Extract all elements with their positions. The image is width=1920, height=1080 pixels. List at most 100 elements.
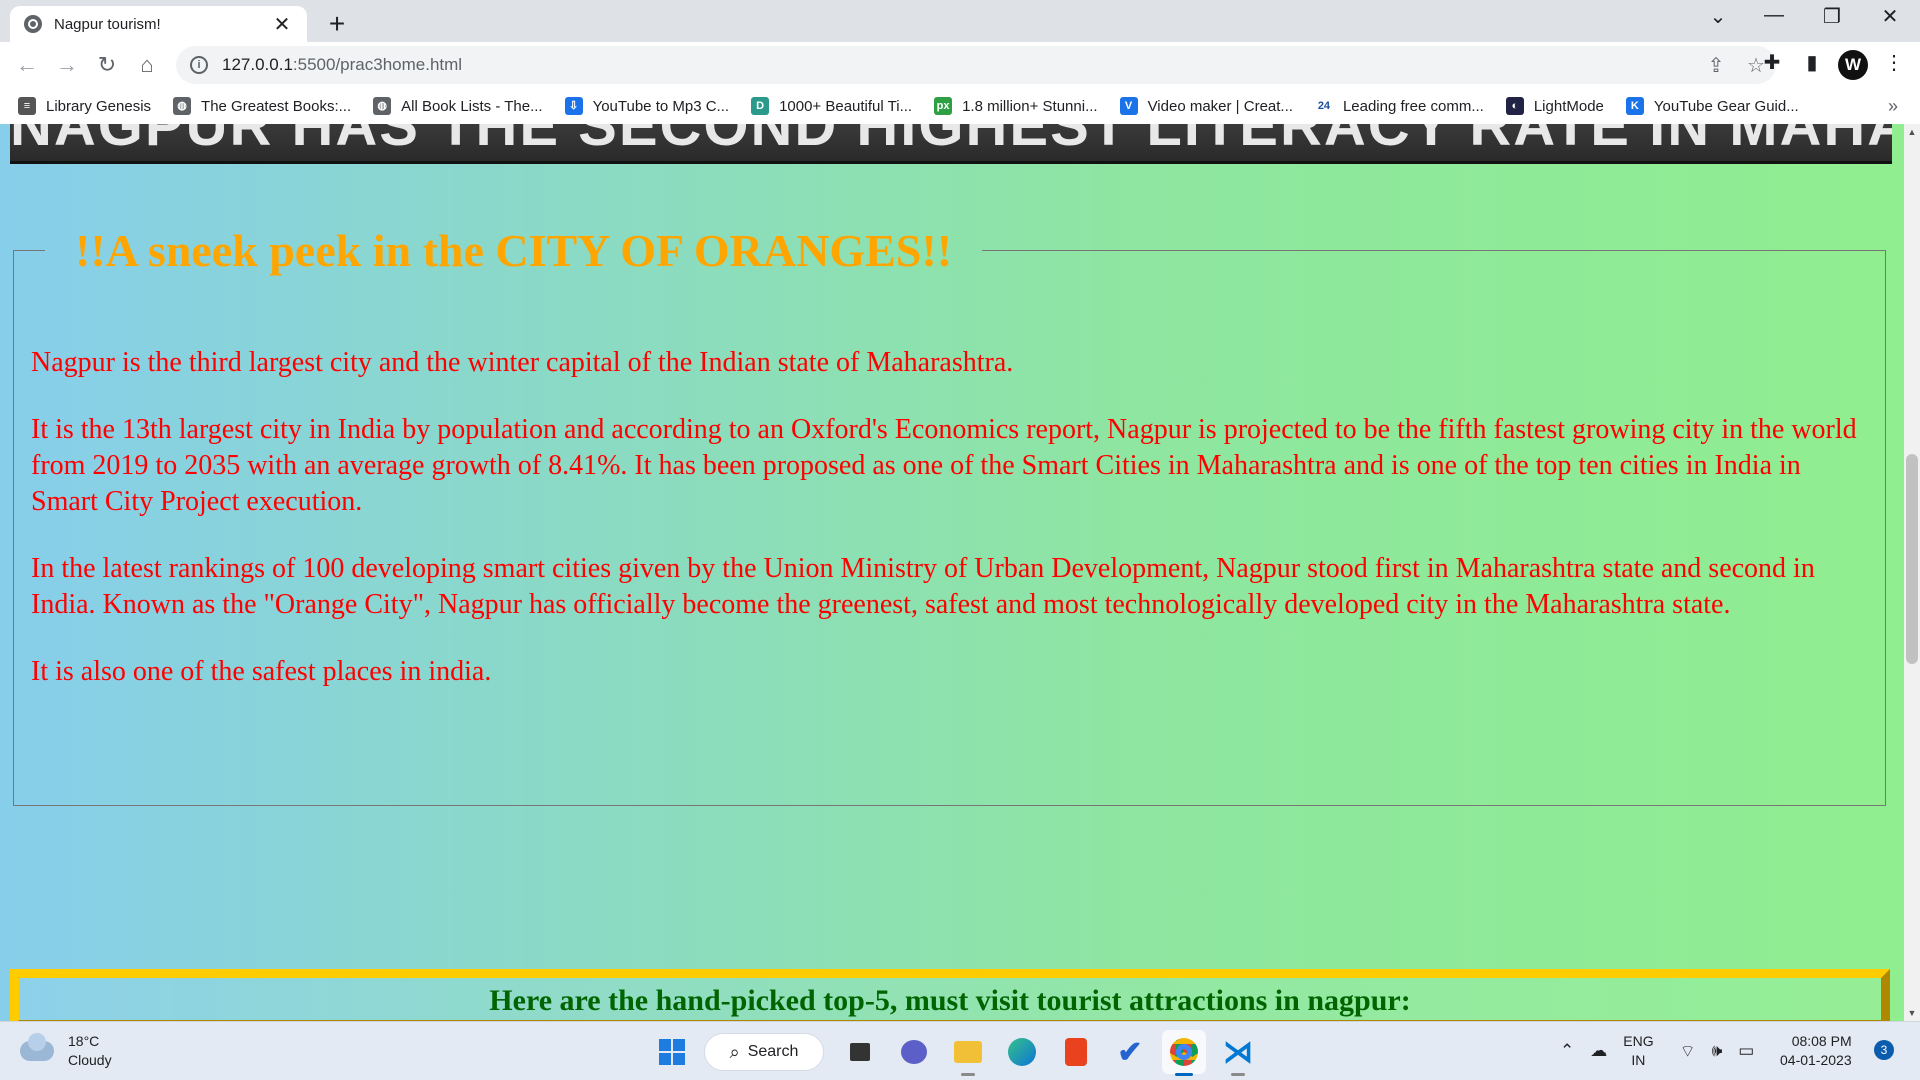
menu-kebab-icon[interactable]: ⋮ xyxy=(1876,50,1912,75)
windows-logo-icon xyxy=(659,1039,685,1065)
tab-strip: Nagpur tourism! ✕ + ⌄ — ❐ ✕ xyxy=(0,0,1920,42)
browser-toolbar: ← → ↻ ⌂ i 127.0.0.1:5500/prac3home.html … xyxy=(0,42,1920,88)
search-label: Search xyxy=(747,1043,799,1060)
office-icon[interactable] xyxy=(1054,1030,1098,1074)
input-language[interactable]: ENG IN xyxy=(1623,1032,1653,1070)
24-icon: 24 xyxy=(1314,97,1333,115)
scroll-down-arrow-icon[interactable]: ▼ xyxy=(1904,1005,1920,1021)
download-cloud-icon: ⇩ xyxy=(564,97,583,115)
unsplash-icon: D xyxy=(751,97,770,115)
city-info-fieldset: !!A sneek peek in the CITY OF ORANGES!! … xyxy=(13,224,1886,806)
page-scrollbar[interactable]: ▲ ▼ xyxy=(1904,124,1920,1021)
volume-icon[interactable]: 🕪 xyxy=(1712,1041,1723,1061)
system-tray: ⌃ ☁ ENG IN ⌔ 🕪 ▭ xyxy=(1560,1032,1770,1070)
info-paragraph: Nagpur is the third largest city and the… xyxy=(31,347,1014,378)
bookmark-item[interactable]: px 1.8 million+ Stunni... xyxy=(934,97,1098,115)
bookmark-item[interactable]: ≡ Library Genesis xyxy=(18,97,151,115)
lightmode-icon: ◐ xyxy=(1505,97,1524,115)
bookmark-item[interactable]: V Video maker | Creat... xyxy=(1119,97,1293,115)
lang-code: ENG xyxy=(1623,1033,1654,1049)
info-paragraph: It is the 13th largest city in India by … xyxy=(31,414,1857,517)
show-hidden-icons-icon[interactable]: ⌃ xyxy=(1560,1041,1574,1061)
close-tab-icon[interactable]: ✕ xyxy=(271,12,293,37)
tab-search-button[interactable]: ⌄ xyxy=(1698,4,1738,29)
info-paragraph: It is also one of the safest places in i… xyxy=(31,656,492,687)
chrome-icon[interactable] xyxy=(1162,1030,1206,1076)
edge-browser-icon[interactable] xyxy=(1000,1030,1044,1074)
bookmark-label: The Greatest Books:... xyxy=(201,97,352,115)
todo-check-icon[interactable]: ✔ xyxy=(1108,1030,1152,1074)
restore-button[interactable]: ❐ xyxy=(1812,4,1852,29)
close-window-button[interactable]: ✕ xyxy=(1870,4,1910,29)
bookmark-label: Library Genesis xyxy=(46,97,152,115)
bookmark-label: LightMode xyxy=(1533,97,1604,115)
bookmarks-bar: ≡ Library Genesis ◍ The Greatest Books:... ◍… xyxy=(0,88,1920,124)
clock[interactable]: 08:08 PM 04-01-2023 xyxy=(1780,1032,1852,1070)
bookmark-label: Video maker | Creat... xyxy=(1147,97,1293,115)
lang-region: IN xyxy=(1631,1052,1646,1068)
browser-tab[interactable]: Nagpur tourism! ✕ xyxy=(10,6,307,42)
teams-chat-icon[interactable] xyxy=(892,1030,936,1074)
attractions-section: Here are the hand-picked top-5, must vis… xyxy=(10,969,1890,1021)
search-icon: ⌕ xyxy=(729,1041,740,1062)
bookmark-item[interactable]: K YouTube Gear Guid... xyxy=(1625,97,1799,115)
home-button[interactable]: ⌂ xyxy=(130,48,164,82)
url-path: :5500/prac3home.html xyxy=(292,55,463,74)
globe-icon: ◍ xyxy=(173,97,192,115)
tab-title: Nagpur tourism! xyxy=(54,15,161,33)
bookmark-item[interactable]: ◍ All Book Lists - The... xyxy=(373,97,543,115)
notification-badge[interactable]: 3 xyxy=(1874,1040,1894,1060)
info-paragraph: In the latest rankings of 100 developing… xyxy=(31,553,1815,620)
weather-widget[interactable]: 18°C Cloudy xyxy=(20,1032,112,1070)
start-button[interactable] xyxy=(650,1030,694,1074)
vscode-icon[interactable]: ⋊ xyxy=(1216,1030,1260,1076)
bookmark-item[interactable]: 24 Leading free comm... xyxy=(1314,97,1484,115)
globe-icon xyxy=(24,15,42,33)
scroll-thumb[interactable] xyxy=(1906,454,1918,664)
bookmark-label: Leading free comm... xyxy=(1342,97,1484,115)
taskbar-apps: ⌕ Search ✔ ⋊ xyxy=(650,1030,1270,1076)
task-view-icon[interactable] xyxy=(838,1030,882,1074)
globe-icon: ◍ xyxy=(373,97,392,115)
file-explorer-icon[interactable] xyxy=(946,1030,990,1076)
taskbar: 18°C Cloudy ⌕ Search ✔ ⋊ ⌃ ☁ ENG IN ⌔ 🕪 … xyxy=(0,1021,1920,1080)
bookmark-label: 1000+ Beautiful Ti... xyxy=(779,97,913,115)
bookmark-label: All Book Lists - The... xyxy=(401,97,543,115)
wifi-icon[interactable]: ⌔ xyxy=(1680,1041,1696,1062)
reload-button[interactable]: ↻ xyxy=(90,48,124,82)
minimize-button[interactable]: — xyxy=(1754,4,1794,27)
scroll-up-arrow-icon[interactable]: ▲ xyxy=(1904,124,1920,140)
battery-icon[interactable]: ▭ xyxy=(1738,1041,1754,1061)
new-tab-button[interactable]: + xyxy=(322,8,352,40)
site-info-icon[interactable]: i xyxy=(190,56,208,74)
taskbar-search[interactable]: ⌕ Search xyxy=(704,1033,824,1071)
url-text[interactable]: 127.0.0.1:5500/prac3home.html xyxy=(222,55,1696,75)
library-genesis-icon: ≡ xyxy=(18,97,36,115)
more-bookmarks-icon[interactable]: » xyxy=(1888,96,1898,117)
bookmark-item[interactable]: ⇩ YouTube to Mp3 C... xyxy=(564,97,730,115)
forward-button[interactable]: → xyxy=(50,48,84,82)
bookmark-item[interactable]: ◍ The Greatest Books:... xyxy=(173,97,351,115)
pixabay-icon: px xyxy=(934,97,953,115)
side-panel-icon[interactable]: ▮ xyxy=(1794,50,1830,75)
weather-temp: 18°C xyxy=(68,1033,100,1049)
back-button[interactable]: ← xyxy=(10,48,44,82)
bookmark-item[interactable]: D 1000+ Beautiful Ti... xyxy=(751,97,912,115)
kit-icon: K xyxy=(1625,97,1644,115)
onedrive-cloud-icon[interactable]: ☁ xyxy=(1590,1041,1607,1061)
cloud-icon xyxy=(20,1033,54,1061)
section-legend: !!A sneek peek in the CITY OF ORANGES!! xyxy=(75,225,953,276)
clock-time: 08:08 PM xyxy=(1791,1033,1852,1049)
attractions-heading: Here are the hand-picked top-5, must vis… xyxy=(489,984,1411,1017)
vimeo-icon: V xyxy=(1119,97,1138,115)
weather-condition: Cloudy xyxy=(68,1052,112,1068)
extensions-icon[interactable]: ✚ xyxy=(1754,50,1790,75)
clock-date: 04-01-2023 xyxy=(1780,1052,1852,1068)
share-icon[interactable]: ⇪ xyxy=(1696,53,1736,78)
address-bar[interactable]: i 127.0.0.1:5500/prac3home.html ⇪ ☆ xyxy=(176,46,1776,84)
bookmark-label: YouTube to Mp3 C... xyxy=(592,97,730,115)
bookmark-item[interactable]: ◐ LightMode xyxy=(1505,97,1604,115)
banner-text: NAGPUR HAS THE SECOND HIGHEST LITERACY R… xyxy=(10,124,1892,158)
profile-avatar[interactable]: W xyxy=(1838,50,1868,80)
bookmark-label: 1.8 million+ Stunni... xyxy=(962,97,1098,115)
